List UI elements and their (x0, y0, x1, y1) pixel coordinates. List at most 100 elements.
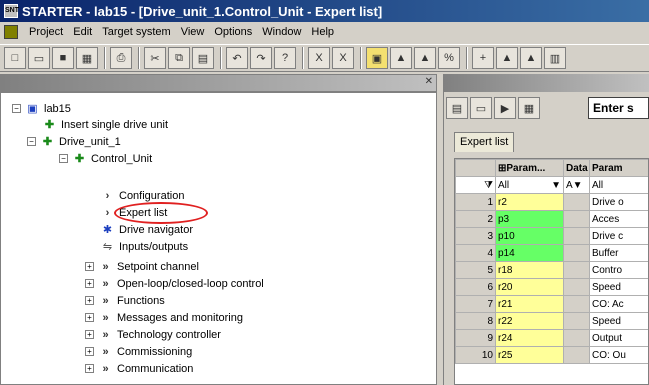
param-cell[interactable]: p3 (495, 210, 564, 228)
print-icon[interactable]: ⎙ (110, 47, 132, 69)
search-input[interactable]: Enter s (588, 97, 649, 119)
param-cell[interactable]: r22 (495, 312, 564, 330)
table-row[interactable]: 10 r25 CO: Ou (455, 346, 648, 364)
name-cell[interactable]: Drive o (589, 193, 648, 211)
collapse-icon[interactable]: − (27, 137, 36, 146)
tree-node-inputs-outputs[interactable]: ⇋ Inputs/outputs (100, 238, 188, 255)
table-row[interactable]: 4 p14 Buffer (455, 244, 648, 262)
column-header-name[interactable]: Param (589, 159, 648, 177)
help-icon[interactable]: ? (274, 47, 296, 69)
save-compile-icon[interactable]: ▦ (76, 47, 98, 69)
toggle-icon[interactable]: + (472, 47, 494, 69)
undo-icon[interactable]: ↶ (226, 47, 248, 69)
redo-icon[interactable]: ↷ (250, 47, 272, 69)
menu-edit[interactable]: Edit (68, 26, 97, 38)
menu-window[interactable]: Window (257, 26, 306, 38)
param-cell[interactable]: r2 (495, 193, 564, 211)
table-corner (455, 159, 496, 177)
tree-node-functions[interactable]: + » Functions (85, 292, 165, 309)
table-row[interactable]: 9 r24 Output (455, 329, 648, 347)
name-cell[interactable]: CO: Ac (589, 295, 648, 313)
tree-node-open-loop-control[interactable]: + » Open-loop/closed-loop control (85, 275, 264, 292)
menu-target-system[interactable]: Target system (97, 26, 175, 38)
tree-node-drive-navigator[interactable]: ✱ Drive navigator (100, 221, 193, 238)
dropdown-icon[interactable]: ▼ (551, 180, 561, 191)
open-icon[interactable]: ▭ (28, 47, 50, 69)
tree-node-messages[interactable]: + » Messages and monitoring (85, 309, 243, 326)
filter-icon[interactable]: ⧩ (455, 176, 496, 194)
table-row[interactable]: 2 p3 Acces (455, 210, 648, 228)
menu-options[interactable]: Options (209, 26, 257, 38)
expand-icon[interactable]: + (85, 313, 94, 322)
expand-icon[interactable]: + (85, 364, 94, 373)
new-icon[interactable]: □ (4, 47, 26, 69)
filter-param[interactable]: All ▼ (495, 176, 564, 194)
xt-icon[interactable]: X (308, 47, 330, 69)
name-cell[interactable]: Drive c (589, 227, 648, 245)
connect-icon[interactable]: ▣ (366, 47, 388, 69)
tab-expert-list[interactable]: Expert list (454, 132, 515, 152)
open-param-icon[interactable]: ▭ (470, 97, 492, 119)
table-row[interactable]: 6 r20 Speed (455, 278, 648, 296)
param-cell[interactable]: p10 (495, 227, 564, 245)
menu-help[interactable]: Help (306, 26, 339, 38)
expand-icon[interactable]: + (85, 262, 94, 271)
param-cell[interactable]: r18 (495, 261, 564, 279)
tree-node-root[interactable]: − ▣ lab15 (12, 100, 71, 117)
collapse-icon[interactable]: − (12, 104, 21, 113)
name-cell[interactable]: Contro (589, 261, 648, 279)
param-cell[interactable]: r24 (495, 329, 564, 347)
close-icon[interactable]: ✕ (425, 76, 433, 87)
compare-icon[interactable]: ▥ (544, 47, 566, 69)
param-cell[interactable]: r20 (495, 278, 564, 296)
ram-to-rom-icon[interactable]: % (438, 47, 460, 69)
paste-icon[interactable]: ▤ (192, 47, 214, 69)
copy-icon[interactable]: ⧉ (168, 47, 190, 69)
xe-icon[interactable]: X (332, 47, 354, 69)
tree-node-commissioning[interactable]: + » Commissioning (85, 343, 192, 360)
expand-icon[interactable]: + (85, 347, 94, 356)
column-header-param[interactable]: ⊞Param... (495, 159, 564, 177)
tree-node-drive-unit[interactable]: − ✚ Drive_unit_1 (27, 133, 121, 150)
expand-icon[interactable]: + (85, 279, 94, 288)
compare-list-icon[interactable]: ▦ (518, 97, 540, 119)
name-cell[interactable]: Speed (589, 312, 648, 330)
upload-icon[interactable]: ▲ (496, 47, 518, 69)
table-row[interactable]: 1 r2 Drive o (455, 193, 648, 211)
column-header-data[interactable]: Data (563, 159, 590, 177)
table-row[interactable]: 7 r21 CO: Ac (455, 295, 648, 313)
tree-node-technology-controller[interactable]: + » Technology controller (85, 326, 221, 343)
detail-panel-header (443, 74, 649, 92)
menu-project[interactable]: Project (24, 26, 68, 38)
menu-view[interactable]: View (176, 26, 210, 38)
expand-icon[interactable]: + (85, 296, 94, 305)
expand-icon[interactable]: + (85, 330, 94, 339)
save-icon[interactable]: ■ (52, 47, 74, 69)
table-row[interactable]: 8 r22 Speed (455, 312, 648, 330)
table-row[interactable]: 3 p10 Drive c (455, 227, 648, 245)
tree-node-control-unit[interactable]: − ✚ Control_Unit (59, 150, 152, 167)
filter-name[interactable]: All (589, 176, 648, 194)
cut-icon[interactable]: ✂ (144, 47, 166, 69)
param-cell[interactable]: r21 (495, 295, 564, 313)
new-param-icon[interactable]: ▤ (446, 97, 468, 119)
toolbar-separator (466, 47, 468, 69)
tree-node-insert[interactable]: ✚ Insert single drive unit (42, 116, 168, 133)
name-cell[interactable]: Output (589, 329, 648, 347)
collapse-icon[interactable]: − (59, 154, 68, 163)
download-icon[interactable]: ▲ (520, 47, 542, 69)
name-cell[interactable]: Speed (589, 278, 648, 296)
tree-node-setpoint-channel[interactable]: + » Setpoint channel (85, 258, 199, 275)
load-cpu-icon[interactable]: ▲ (390, 47, 412, 69)
project-menu-icon[interactable] (4, 25, 18, 39)
filter-data[interactable]: A▼ (563, 176, 590, 194)
name-cell[interactable]: Acces (589, 210, 648, 228)
param-cell[interactable]: r25 (495, 346, 564, 364)
load-pg-icon[interactable]: ▲ (414, 47, 436, 69)
name-cell[interactable]: CO: Ou (589, 346, 648, 364)
tree-node-communication[interactable]: + » Communication (85, 360, 193, 377)
table-row[interactable]: 5 r18 Contro (455, 261, 648, 279)
param-cell[interactable]: p14 (495, 244, 564, 262)
name-cell[interactable]: Buffer (589, 244, 648, 262)
export-icon[interactable]: ▶ (494, 97, 516, 119)
